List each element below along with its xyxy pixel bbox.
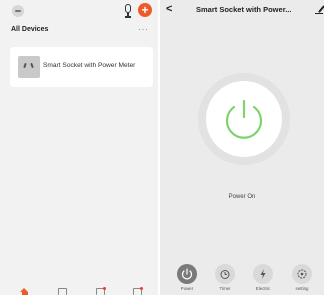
edit-pencil-icon[interactable] bbox=[315, 4, 324, 14]
device-title: Smart Socket with Power... bbox=[196, 5, 292, 14]
device-list-screen: + All Devices ··· Smart Socket with Powe… bbox=[0, 0, 158, 295]
electric-icon bbox=[260, 269, 266, 279]
electric-control[interactable]: Electric bbox=[248, 262, 278, 295]
control-bar: Power Timer Electric setting bbox=[160, 262, 324, 295]
power-status-label: Power On bbox=[228, 194, 256, 200]
power-toggle-button[interactable] bbox=[198, 73, 290, 165]
me-tab-icon[interactable] bbox=[133, 287, 143, 295]
app-root: + All Devices ··· Smart Socket with Powe… bbox=[0, 0, 324, 295]
bottom-nav bbox=[0, 284, 158, 295]
top-bar: + bbox=[0, 0, 158, 22]
smart-tab-icon[interactable] bbox=[96, 287, 106, 295]
add-device-button[interactable]: + bbox=[138, 3, 152, 17]
power-control[interactable]: Power bbox=[172, 262, 202, 295]
device-card[interactable]: Smart Socket with Power Meter bbox=[10, 47, 153, 87]
power-symbol-icon bbox=[225, 99, 263, 139]
home-menu-icon[interactable] bbox=[12, 5, 24, 17]
power-icon bbox=[181, 268, 193, 280]
electric-control-label: Electric bbox=[255, 286, 271, 291]
setting-control[interactable]: setting bbox=[287, 262, 317, 295]
more-options-icon[interactable]: ··· bbox=[138, 24, 149, 34]
setting-control-label: setting bbox=[295, 286, 309, 291]
timer-icon bbox=[220, 270, 230, 279]
device-detail-screen: < Smart Socket with Power... Power On Po… bbox=[160, 0, 324, 295]
power-control-label: Power bbox=[180, 286, 194, 291]
timer-control-label: Timer bbox=[219, 286, 231, 291]
socket-icon bbox=[18, 56, 40, 78]
power-toggle-inner bbox=[206, 81, 282, 157]
setting-icon bbox=[297, 269, 307, 279]
timer-control[interactable]: Timer bbox=[210, 262, 240, 295]
microphone-icon[interactable] bbox=[122, 4, 134, 18]
home-tab-icon[interactable] bbox=[20, 288, 29, 295]
device-name: Smart Socket with Power Meter bbox=[43, 62, 136, 69]
back-button[interactable]: < bbox=[166, 3, 172, 15]
scene-tab-icon[interactable] bbox=[58, 288, 67, 295]
all-devices-title: All Devices bbox=[11, 26, 49, 33]
